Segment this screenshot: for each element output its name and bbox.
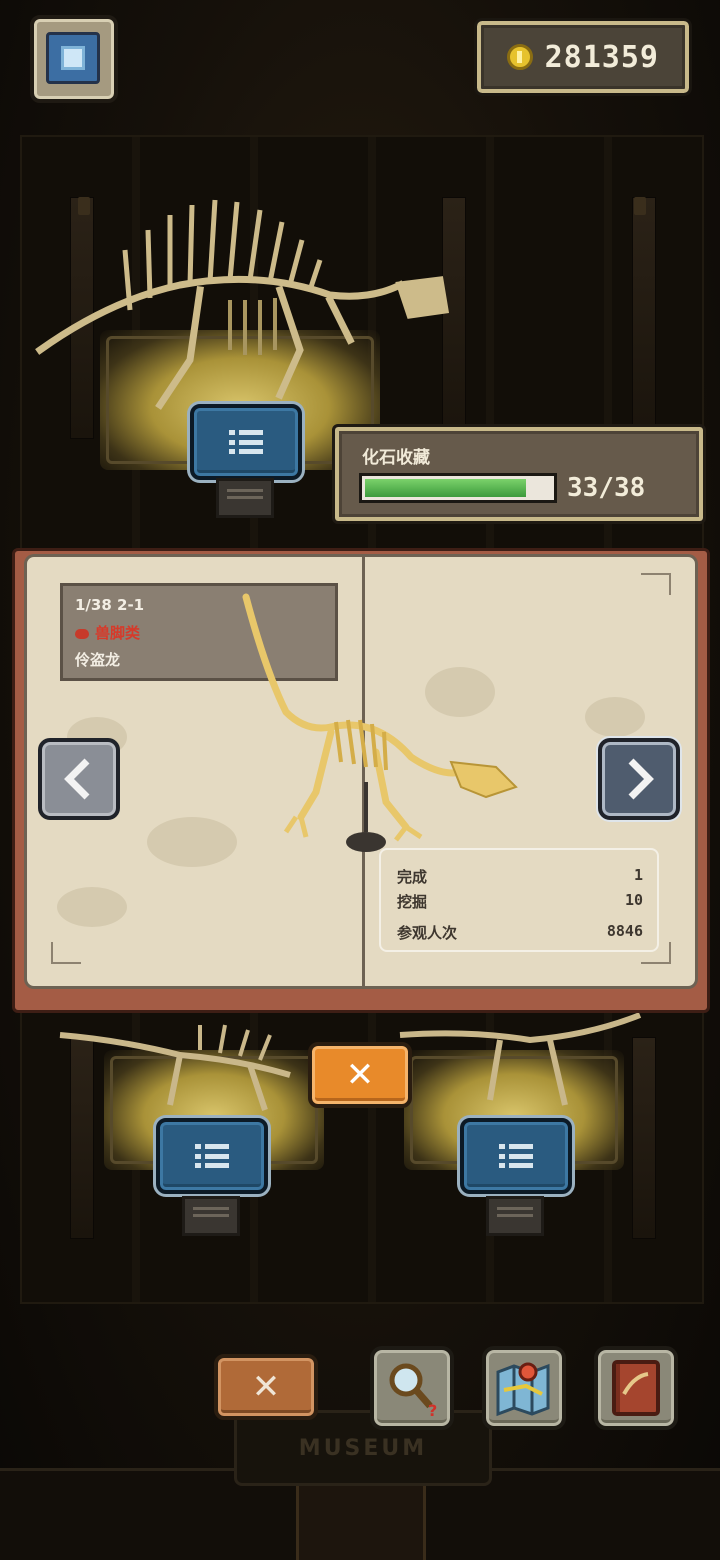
collection-title: 化石收藏 [362, 448, 430, 468]
fossil-collection-panel: 化石收藏 33/38 [332, 424, 706, 524]
stat-row: 参观人次 8846 [397, 922, 643, 943]
stat-value: 10 [624, 891, 643, 909]
coin-icon [507, 44, 533, 70]
exhibit-plaque [486, 1196, 544, 1236]
fossil-index: 1/38 2-1 [75, 596, 145, 614]
chevron-right-icon [628, 758, 654, 800]
collection-progress-bar [359, 473, 557, 503]
fossil-name: 伶盗龙 [75, 651, 121, 669]
wall-lamp-icon [634, 197, 646, 215]
pillar [632, 197, 656, 439]
stat-label: 完成 [397, 868, 428, 886]
exhibit-list-button-bottom-right[interactable] [460, 1118, 572, 1194]
map-button[interactable] [482, 1346, 566, 1430]
list-icon [229, 430, 263, 454]
close-book-button[interactable]: ✕ [308, 1042, 412, 1108]
fossil-category: 兽脚类 [75, 622, 140, 643]
category-dot-icon [75, 628, 89, 639]
coin-counter: 281359 [474, 18, 692, 96]
stat-value: 8846 [606, 922, 643, 940]
map-icon [496, 1362, 550, 1417]
next-fossil-button[interactable] [598, 738, 680, 820]
museum-door [296, 1480, 426, 1560]
list-icon [195, 1144, 229, 1168]
journal-icon [612, 1360, 660, 1416]
close-icon: ✕ [345, 1055, 375, 1095]
exhibit-plaque [182, 1196, 240, 1236]
journal-button[interactable] [594, 1346, 678, 1430]
previous-fossil-button[interactable] [38, 738, 120, 820]
exhibit-list-button-bottom-left[interactable] [156, 1118, 268, 1194]
close-button[interactable]: ✕ [214, 1354, 318, 1420]
game-screen: 281359 化石收藏 33/38 1/38 2-1 兽脚类 伶盗龙 完成 1 … [0, 0, 720, 1560]
exhibit-plaque [216, 478, 274, 518]
fossil-stats-panel: 完成 1 挖掘 10 参观人次 8846 [379, 848, 659, 952]
stat-row: 挖掘 10 [397, 891, 643, 912]
fossil-identify-button[interactable]: ? [370, 1346, 454, 1430]
coin-amount: 281359 [544, 39, 659, 75]
camera-button[interactable] [30, 15, 118, 103]
magnifier-icon: ? [389, 1363, 437, 1420]
stat-value: 1 [633, 866, 643, 884]
exhibit-list-button-top[interactable] [190, 404, 302, 480]
velociraptor-skeleton-icon [242, 593, 518, 852]
close-icon: ✕ [251, 1367, 281, 1407]
chevron-left-icon [64, 758, 90, 800]
ankylosaur-skeleton-icon [59, 1024, 291, 1111]
camera-icon [46, 32, 100, 84]
collection-progress-fill [365, 479, 526, 497]
fossil-category-label: 兽脚类 [95, 624, 141, 642]
list-icon [499, 1144, 533, 1168]
spinosaurus-skeleton-icon [35, 199, 450, 410]
stat-label: 挖掘 [397, 893, 428, 911]
stat-label: 参观人次 [397, 924, 458, 942]
collection-count: 33/38 [567, 473, 646, 503]
sauropod-skeleton-icon [399, 1012, 642, 1106]
svg-text:?: ? [428, 1401, 437, 1420]
stat-row: 完成 1 [397, 866, 643, 887]
